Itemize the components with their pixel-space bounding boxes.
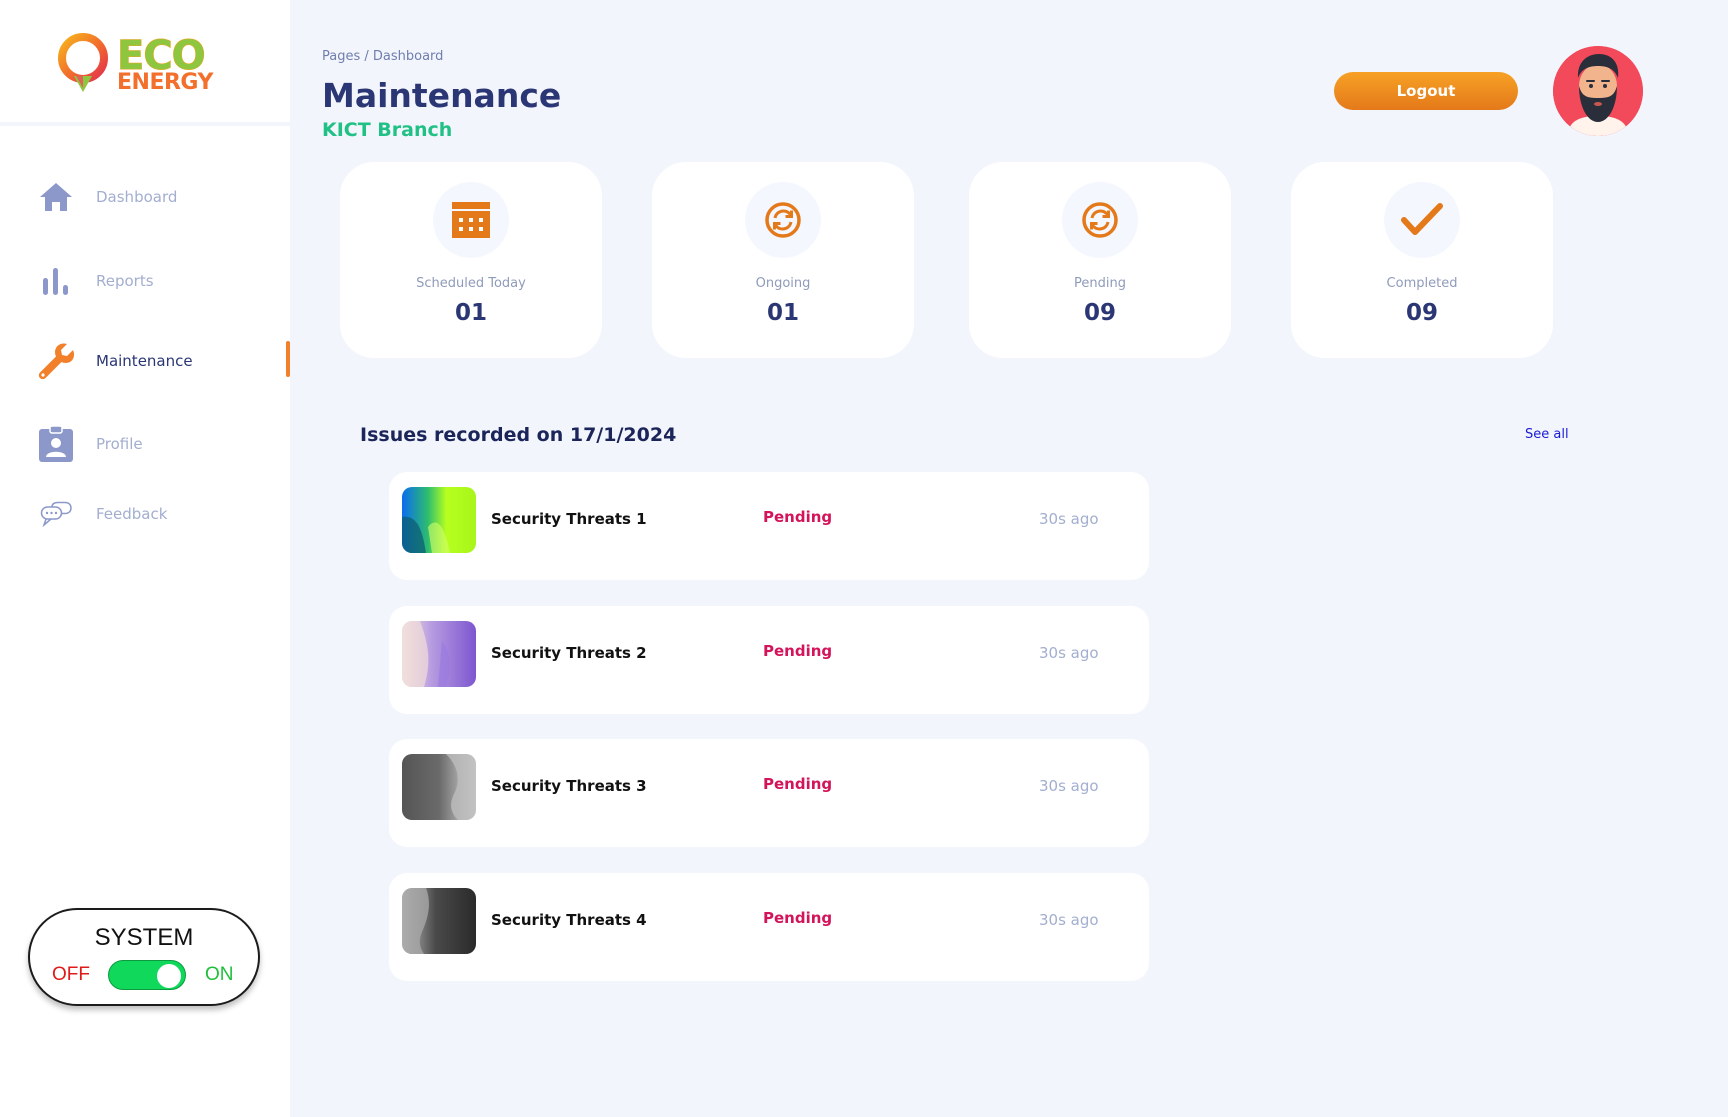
issue-thumbnail [402, 621, 476, 687]
stat-label: Completed [1386, 276, 1458, 291]
stat-icon-container [745, 182, 821, 258]
wrench-icon [36, 341, 76, 381]
stat-card-completed[interactable]: Completed 09 [1291, 162, 1553, 358]
stat-label: Scheduled Today [416, 276, 526, 291]
page-title: Maintenance [322, 76, 562, 115]
sidebar-item-label: Profile [96, 435, 143, 453]
issue-thumbnail [402, 888, 476, 954]
issue-status: Pending [763, 508, 833, 526]
issue-time: 30s ago [1039, 510, 1099, 528]
sidebar-item-label: Maintenance [96, 352, 193, 370]
issue-thumbnail [402, 487, 476, 553]
brand-line-2: ENERGY [117, 70, 213, 95]
see-all-link[interactable]: See all [1525, 427, 1569, 442]
sidebar-item-label: Feedback [96, 505, 168, 523]
logout-button[interactable]: Logout [1334, 72, 1518, 110]
id-badge-icon [36, 424, 76, 464]
issue-status: Pending [763, 909, 833, 927]
toggle-knob [157, 964, 181, 988]
active-indicator [286, 341, 290, 377]
system-toggle[interactable] [108, 960, 186, 990]
sidebar-item-label: Reports [96, 272, 154, 290]
issue-title: Security Threats 3 [491, 777, 647, 795]
stat-value: 01 [454, 300, 487, 326]
chat-icon [36, 494, 76, 534]
checkmark-icon [1401, 203, 1443, 235]
issue-time: 30s ago [1039, 777, 1099, 795]
stat-icon-container [1062, 182, 1138, 258]
lightbulb-logo-icon [58, 33, 108, 92]
sidebar-item-feedback[interactable]: Feedback [36, 486, 290, 542]
stat-value: 09 [1405, 300, 1438, 326]
issue-title: Security Threats 1 [491, 510, 647, 528]
refresh-icon [1082, 202, 1118, 238]
stat-card-scheduled[interactable]: Scheduled Today 01 [340, 162, 602, 358]
issue-status: Pending [763, 775, 833, 793]
breadcrumb: Pages / Dashboard [322, 49, 444, 64]
system-on-label: ON [205, 964, 234, 985]
issue-status: Pending [763, 642, 833, 660]
refresh-icon [765, 202, 801, 238]
system-title: SYSTEM [94, 924, 194, 951]
issue-title: Security Threats 4 [491, 911, 647, 929]
sidebar-item-maintenance[interactable]: Maintenance [36, 333, 290, 389]
sidebar-item-reports[interactable]: Reports [36, 253, 290, 309]
issue-thumbnail [402, 754, 476, 820]
issue-row[interactable]: Security Threats 4 Pending 30s ago [389, 873, 1149, 981]
issue-time: 30s ago [1039, 644, 1099, 662]
sidebar-item-profile[interactable]: Profile [36, 416, 290, 472]
stat-icon-container [433, 182, 509, 258]
stat-label: Pending [1074, 276, 1126, 291]
issue-time: 30s ago [1039, 911, 1099, 929]
issue-row[interactable]: Security Threats 1 Pending 30s ago [389, 472, 1149, 580]
brand-logo-text: ECO ENERGY [117, 36, 214, 95]
stat-label: Ongoing [755, 276, 811, 291]
calendar-icon [452, 202, 490, 238]
stat-icon-container [1384, 182, 1460, 258]
sidebar: ECO ENERGY Dashboard Reports Maintenance… [0, 0, 290, 1117]
bearded-man-avatar-icon [1553, 46, 1643, 136]
bar-chart-icon [36, 261, 76, 301]
stat-value: 01 [766, 300, 799, 326]
branch-name: KICT Branch [322, 119, 453, 141]
home-icon [36, 177, 76, 217]
issue-row[interactable]: Security Threats 3 Pending 30s ago [389, 739, 1149, 847]
issues-section-title: Issues recorded on 17/1/2024 [360, 424, 677, 446]
avatar[interactable] [1553, 46, 1643, 136]
stat-value: 09 [1083, 300, 1116, 326]
stat-card-pending[interactable]: Pending 09 [969, 162, 1231, 358]
sidebar-item-dashboard[interactable]: Dashboard [36, 169, 290, 225]
issue-title: Security Threats 2 [491, 644, 647, 662]
system-off-label: OFF [52, 964, 90, 985]
system-switch-card: SYSTEM OFF ON [28, 908, 260, 1006]
issue-row[interactable]: Security Threats 2 Pending 30s ago [389, 606, 1149, 714]
logo-area: ECO ENERGY [0, 0, 290, 126]
sidebar-item-label: Dashboard [96, 188, 178, 206]
stat-card-ongoing[interactable]: Ongoing 01 [652, 162, 914, 358]
